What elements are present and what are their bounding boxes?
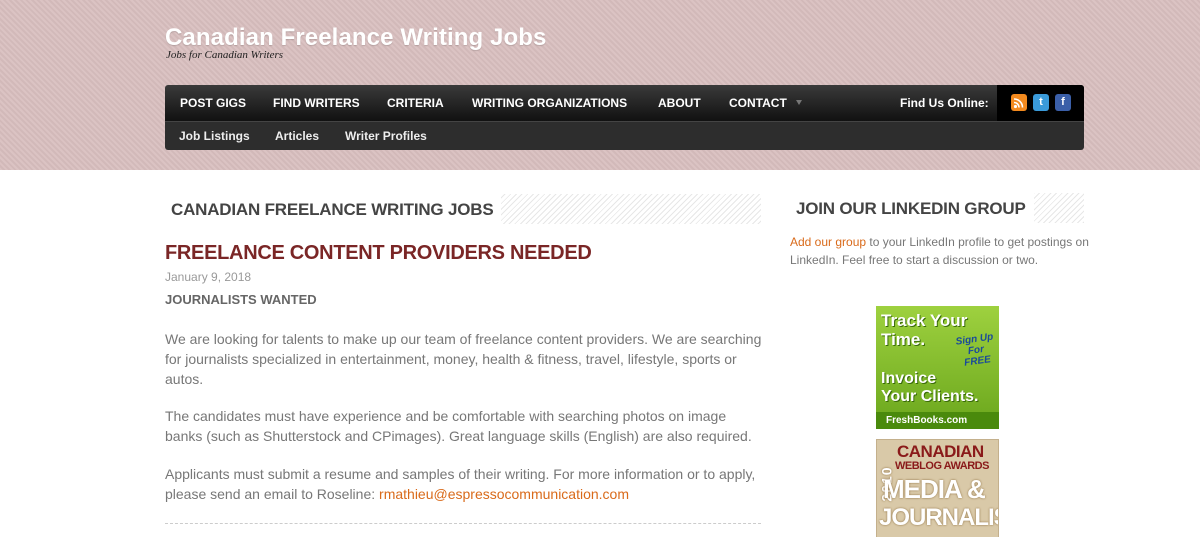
post-subheading: JOURNALISTS WANTED (165, 292, 317, 307)
nav-item-criteria[interactable]: CRITERIA (387, 85, 444, 121)
ad-line-2: Invoice Your Clients. (881, 370, 979, 405)
find-us-label: Find Us Online: (900, 96, 989, 110)
twitter-icon[interactable]: t (1033, 94, 1049, 111)
site-title[interactable]: Canadian Freelance Writing Jobs (165, 24, 546, 52)
social-icons: t f (997, 85, 1084, 121)
section-heading-text: CANADIAN FREELANCE WRITING JOBS (165, 194, 502, 224)
chevron-down-icon[interactable] (796, 100, 802, 105)
award-line-2: WEBLOG AWARDS (895, 460, 989, 472)
nav-item-writing-organizations[interactable]: WRITING ORGANIZATIONS (472, 85, 627, 121)
rss-icon[interactable] (1011, 94, 1027, 111)
ad-brand: FreshBooks.com (876, 412, 999, 429)
sidebar-linkedin-text: Add our group to your LinkedIn profile t… (790, 233, 1090, 269)
subnav-item-job-listings[interactable]: Job Listings (179, 122, 250, 150)
sub-nav: Job Listings Articles Writer Profiles (165, 121, 1084, 150)
post-paragraph-2: The candidates must have experience and … (165, 408, 752, 444)
subnav-item-writer-profiles[interactable]: Writer Profiles (345, 122, 427, 150)
post-date: January 9, 2018 (165, 270, 252, 284)
main-nav: POST GIGS FIND WRITERS CRITERIA WRITING … (165, 85, 1084, 121)
sidebar-heading-text: JOIN OUR LINKEDIN GROUP (790, 193, 1034, 223)
ad-badge: Sign Up For FREE (954, 331, 994, 369)
facebook-icon[interactable]: f (1055, 94, 1071, 111)
post-paragraph-1: We are looking for talents to make up ou… (165, 331, 762, 387)
site-header: Canadian Freelance Writing Jobs Jobs for… (0, 0, 1200, 170)
add-group-link[interactable]: Add our group (790, 235, 866, 249)
post-divider (165, 523, 761, 524)
freshbooks-ad[interactable]: Track Your Time. Sign Up For FREE Invoice… (876, 306, 999, 429)
section-heading: CANADIAN FREELANCE WRITING JOBS (165, 194, 761, 224)
nav-item-contact[interactable]: CONTACT (729, 85, 787, 121)
weblog-awards-badge[interactable]: 2010 CANADIAN WEBLOG AWARDS MEDIA & JOUR… (876, 439, 999, 537)
award-line-4: JOURNALISM (879, 504, 998, 531)
award-line-1: CANADIAN (897, 442, 984, 461)
site-tagline: Jobs for Canadian Writers (166, 49, 284, 61)
subnav-item-articles[interactable]: Articles (275, 122, 319, 150)
nav-item-find-writers[interactable]: FIND WRITERS (273, 85, 360, 121)
post-title[interactable]: FREELANCE CONTENT PROVIDERS NEEDED (165, 242, 592, 265)
nav-item-post-gigs[interactable]: POST GIGS (180, 85, 246, 121)
award-line-3: MEDIA & (883, 474, 986, 504)
nav-item-about[interactable]: ABOUT (658, 85, 701, 121)
sidebar-heading: JOIN OUR LINKEDIN GROUP (790, 193, 1084, 223)
post-paragraph-3: Applicants must submit a resume and samp… (165, 464, 765, 504)
email-link[interactable]: rmathieu@espressocommunication.com (379, 486, 629, 502)
